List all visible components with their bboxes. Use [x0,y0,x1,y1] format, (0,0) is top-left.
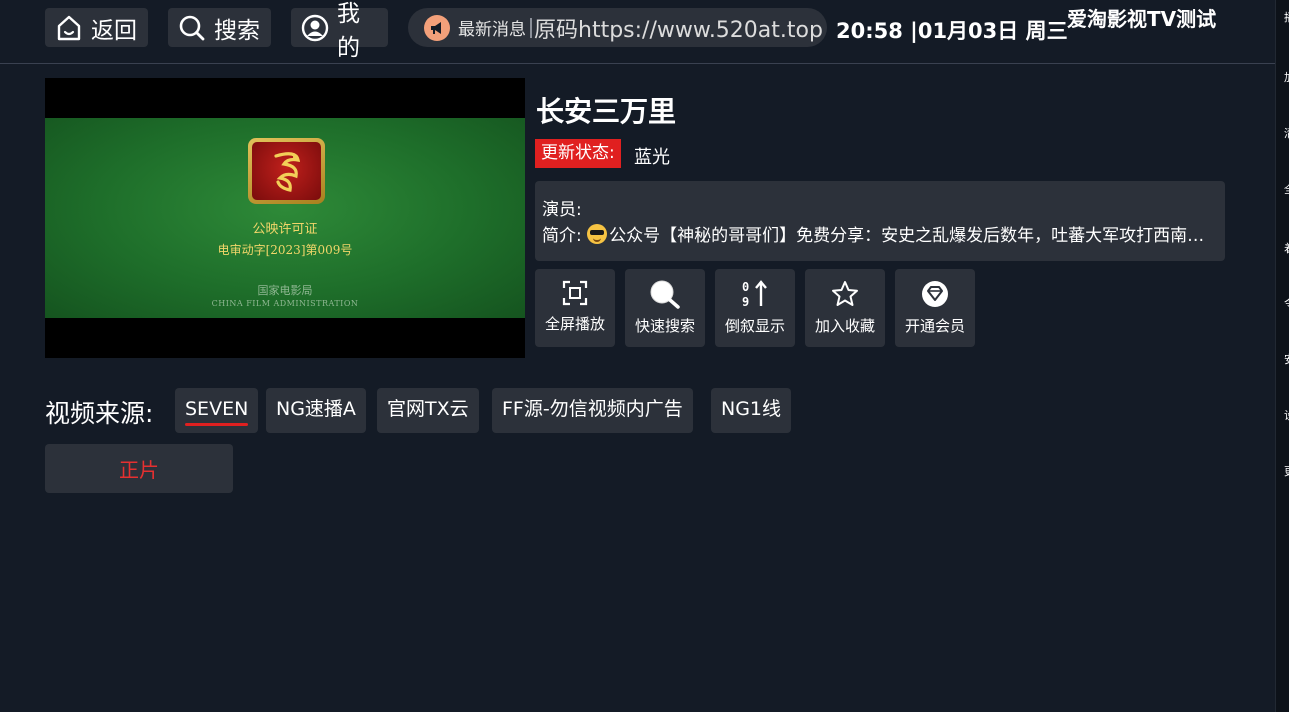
info-box[interactable]: 演员: 简介: 公众号【神秘的哥哥们】免费分享：安史之乱爆发后数年，吐蕃大军攻打… [535,181,1225,261]
episode-label: 正片 [119,458,159,482]
intro-label: 简介: [542,226,582,246]
source-tab-ng1[interactable]: NG1线 [711,388,792,433]
strip-item[interactable]: 设 [1284,410,1289,422]
action-label: 加入收藏 [814,317,875,335]
mine-label: 我的 [337,0,360,61]
news-divider [530,17,532,38]
source-tab-label: 官网TX云 [387,398,469,420]
action-label: 快速搜索 [634,317,695,335]
source-tab-label: NG1线 [721,398,782,420]
strip-item[interactable]: 播 [1284,12,1289,24]
episode-button[interactable]: 正片 [45,444,233,493]
source-tab-ng-a[interactable]: NG速播A [266,388,366,433]
reverse-order-button[interactable]: 0 9 倒叙显示 [715,269,795,347]
user-icon [301,14,329,42]
star-icon [830,279,860,309]
poster-issuer-en: CHINA FILM ADMINISTRATION [211,299,359,308]
source-tab-label: FF源-勿信视频内广告 [502,398,683,420]
diamond-icon [920,279,950,309]
fullscreen-icon [561,279,589,307]
search-label: 搜索 [214,17,260,44]
strip-item[interactable]: 加 [1284,72,1289,84]
quick-search-button[interactable]: 快速搜索 [625,269,705,347]
strip-item[interactable]: 更 [1284,466,1289,478]
status-tag: 更新状态: [535,139,621,168]
source-label: 视频来源: [45,399,154,428]
poster-issuer: 国家电影局 [257,284,313,297]
source-tab-label: SEVEN [185,398,249,420]
dragon-seal-icon [248,138,325,204]
fullscreen-play-button[interactable]: 全屏播放 [535,269,615,347]
sort-icon: 0 9 [740,279,770,309]
action-label: 开通会员 [904,317,965,335]
poster-license-title: 公映许可证 [252,222,318,237]
action-label: 全屏播放 [544,315,605,333]
add-favorite-button[interactable]: 加入收藏 [805,269,885,347]
vip-membership-button[interactable]: 开通会员 [895,269,975,347]
status-value: 蓝光 [634,147,670,168]
source-tab-ff[interactable]: FF源-勿信视频内广告 [492,388,693,433]
actors-line: 演员: [542,197,1213,223]
strip-item[interactable]: 安 [1284,354,1289,366]
mine-button[interactable]: 我的 [291,1,388,61]
megaphone-icon [424,14,450,41]
search-icon [178,14,206,42]
source-tab-label: NG速播A [276,398,356,420]
strip-item[interactable]: 清 [1284,128,1289,140]
strip-item[interactable]: 全 [1284,184,1289,196]
news-label: 最新消息 [458,20,526,40]
app-title: 爱淘影视TV测试 [1067,7,1217,31]
svg-text:9: 9 [742,295,749,309]
strip-item[interactable]: 令 [1284,298,1289,310]
selected-indicator [185,423,249,426]
search-icon [649,279,681,309]
right-side-panel[interactable]: 播 加 清 全 着 令 安 设 更 [1275,0,1289,712]
clock: 20:58 |01月03日 周三 [836,19,1068,43]
intro-line: 简介: 公众号【神秘的哥哥们】免费分享：安史之乱爆发后数年，吐蕃大军攻打西南… [542,223,1213,249]
svg-text:0: 0 [742,280,749,294]
back-button[interactable]: 返回 [45,8,148,47]
poster-license-number: 电审动字[2023]第009号 [217,243,353,257]
news-ticker[interactable]: 最新消息 原码https://www.520at.top [408,8,827,47]
strip-item[interactable]: 着 [1284,243,1289,255]
movie-title: 长安三万里 [536,95,677,128]
back-label: 返回 [91,17,137,44]
sunglasses-emoji-icon [587,224,608,244]
search-button[interactable]: 搜索 [168,8,271,47]
actors-label: 演员: [542,200,582,220]
intro-text: 公众号【神秘的哥哥们】免费分享：安史之乱爆发后数年，吐蕃大军攻打西南… [609,226,1205,246]
action-label: 倒叙显示 [724,317,785,335]
source-tab-seven[interactable]: SEVEN [175,388,259,433]
news-text: 原码https://www.520at.top [534,17,823,43]
top-bar: 返回 搜索 我的 最新消息 原码https://www.520at.top 20… [0,0,1275,64]
source-tab-tx[interactable]: 官网TX云 [377,388,479,433]
home-icon [55,13,83,43]
video-poster[interactable]: 公映许可证 电审动字[2023]第009号 国家电影局 CHINA FILM A… [45,78,525,358]
